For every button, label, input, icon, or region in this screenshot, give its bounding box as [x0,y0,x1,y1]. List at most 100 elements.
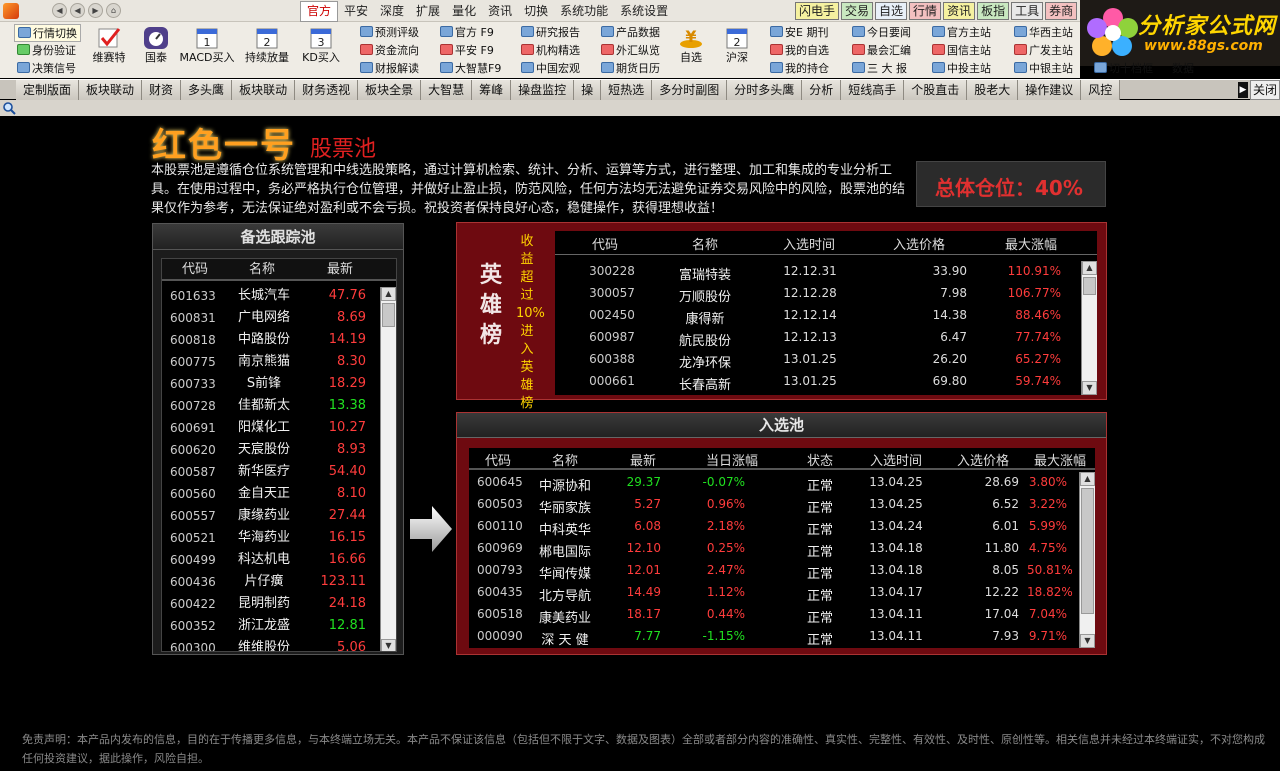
quick-tab[interactable]: 资讯 [943,2,976,20]
toolbar-link[interactable]: 国信主站 [932,42,991,60]
table-row[interactable]: 600352 浙江龙盛 12.81 [162,615,396,637]
pool-header-cell[interactable]: 代码 [469,450,527,469]
menu-item[interactable]: 量化 [446,0,482,22]
toolbar-link[interactable]: 中银主站 [1014,60,1073,78]
tab-item[interactable]: 风控 [1081,80,1121,100]
data-button[interactable]: 数据 [1172,60,1194,78]
quick-tab[interactable]: 行情 [909,2,942,20]
home-icon[interactable]: ⌂ [106,3,121,18]
table-row[interactable]: 600969 郴电国际 12.10 0.25% 正常 13.04.18 11.80 4.75% [469,538,1079,560]
table-row[interactable]: 000090 深 天 健 7.77 -1.15% 正常 13.04.11 7.93 9.71% [469,626,1079,648]
scroll-up-icon[interactable]: ▲ [1082,261,1097,275]
toolbar-link[interactable]: 华西主站 [1014,24,1073,42]
tab-item[interactable]: 板块全景 [358,80,422,100]
table-row[interactable]: 600620 天宸股份 8.93 [162,439,396,461]
toolbar-link[interactable]: 最会汇编 [852,42,911,60]
volume-button[interactable]: 2 持续放量 [236,26,298,78]
table-row[interactable]: 600775 南京熊猫 8.30 [162,351,396,373]
tab-item[interactable]: 板块联动 [232,80,296,100]
table-row[interactable]: 600422 昆明制药 24.18 [162,593,396,615]
pool-scrollbar[interactable]: ▲ ▼ [1079,472,1095,648]
quick-tab[interactable]: 板指 [977,2,1010,20]
kd-buy-button[interactable]: 3 KD买入 [290,26,352,78]
toolbar-link[interactable]: 广发主站 [1014,42,1073,60]
header-name[interactable]: 名称 [228,259,296,279]
table-row[interactable]: 600388 龙净环保 13.01.25 26.20 65.27% [555,349,1081,371]
forward-icon[interactable]: ◀ [70,3,85,18]
toolbar-link[interactable]: 今日要闻 [852,24,911,42]
table-row[interactable]: 600818 中路股份 14.19 [162,329,396,351]
tab-item[interactable]: 操盘监控 [511,80,575,100]
tab-scroll-right-icon[interactable]: ▶ [1238,82,1248,98]
tab-item[interactable]: 板块联动 [79,80,143,100]
table-row[interactable]: 600110 中科英华 6.08 2.18% 正常 13.04.24 6.01 5.99% [469,516,1079,538]
tab-item[interactable]: 定制版面 [16,80,80,100]
table-row[interactable]: 600499 科达机电 16.66 [162,549,396,571]
search-icon[interactable] [2,101,16,115]
pool-header-cell[interactable]: 最新 [609,450,677,469]
table-row[interactable]: 000661 长春高新 13.01.25 69.80 59.74% [555,371,1081,393]
toolbar-link[interactable]: 我的持仓 [770,60,829,78]
table-row[interactable]: 600831 广电网络 8.69 [162,307,396,329]
tab-item[interactable]: 短线高手 [841,80,905,100]
close-tab-button[interactable]: 关闭 [1250,80,1280,100]
toolbar-link[interactable]: 中国宏观 [521,60,580,78]
pool-header-cell[interactable]: 入选价格 [939,450,1027,469]
toolbar-link[interactable]: 资金流向 [360,42,419,60]
toolbar-link[interactable]: 预测评级 [360,24,419,42]
toolbar-link[interactable]: 外汇纵览 [601,42,660,60]
table-row[interactable]: 000793 华闻传媒 12.01 2.47% 正常 13.04.18 8.05 50.81% [469,560,1079,582]
toolbar-link[interactable]: 机构精选 [521,42,580,60]
scroll-thumb[interactable] [1081,488,1094,614]
pool-header-cell[interactable]: 最大涨幅 [1027,450,1093,469]
hero-header-cell[interactable]: 名称 [655,234,755,253]
toolbar-link[interactable]: 中投主站 [932,60,991,78]
table-row[interactable]: 600987 航民股份 12.12.13 6.47 77.74% [555,327,1081,349]
pool-header-cell[interactable]: 入选时间 [853,450,939,469]
identity-button[interactable]: 身份验证 [17,42,76,60]
pool-header-cell[interactable]: 当日涨幅 [677,450,787,469]
table-row[interactable]: 600300 维维股份 5.06 [162,637,396,651]
table-row[interactable]: 600557 康缘药业 27.44 [162,505,396,527]
pool-header-cell[interactable]: 状态 [787,450,853,469]
tab-item[interactable]: 大智慧 [421,80,473,100]
toggle-level10-button[interactable]: 切十档框 [1094,60,1153,78]
hero-header-cell[interactable]: 最大涨幅 [975,234,1087,253]
menu-item[interactable]: 系统设置 [614,0,674,22]
back-icon[interactable]: ◀ [52,3,67,18]
scroll-down-icon[interactable]: ▼ [1080,634,1095,648]
menu-item[interactable]: 平安 [338,0,374,22]
menu-item[interactable]: 资讯 [482,0,518,22]
tab-item[interactable]: 个股直击 [904,80,968,100]
toolbar-link[interactable]: 大智慧F9 [440,60,501,78]
tab-item[interactable]: 多分时副图 [652,80,728,100]
header-price[interactable]: 最新 [296,259,384,279]
table-row[interactable]: 300228 富瑞特装 12.12.31 33.90 110.91% [555,261,1081,283]
toolbar-link[interactable]: 官方主站 [932,24,991,42]
tab-item[interactable]: 多头鹰 [181,80,233,100]
tab-item[interactable]: 分时多头鹰 [727,80,803,100]
menu-item[interactable]: 官方 [300,1,339,22]
tab-item[interactable]: 操作建议 [1018,80,1082,100]
table-row[interactable]: 600645 中源协和 29.37 -0.07% 正常 13.04.25 28.69 3.80… [469,472,1079,494]
table-row[interactable]: 600728 佳都新太 13.38 [162,395,396,417]
quick-tab[interactable]: 工具 [1011,2,1044,20]
tab-item[interactable]: 短热选 [601,80,653,100]
tab-item[interactable]: 操 [574,80,602,100]
scroll-up-icon[interactable]: ▲ [381,287,396,301]
toolbar-link[interactable]: 官方 F9 [440,24,494,42]
menu-item[interactable]: 深度 [374,0,410,22]
table-row[interactable]: 601633 长城汽车 47.76 [162,285,396,307]
table-row[interactable]: 600521 华海药业 16.15 [162,527,396,549]
hero-header-cell[interactable]: 代码 [555,234,655,253]
table-row[interactable]: 300057 万顺股份 12.12.28 7.98 106.77% [555,283,1081,305]
tab-item[interactable]: 筹峰 [472,80,512,100]
tab-item[interactable]: 分析 [802,80,842,100]
hero-header-cell[interactable]: 入选时间 [755,234,863,253]
shanghai-shenzhen-button[interactable]: 2 沪深 [706,26,768,78]
watch-scrollbar[interactable]: ▲ ▼ [380,287,396,651]
table-row[interactable]: 600435 北方导航 14.49 1.12% 正常 13.04.17 12.22 18.82… [469,582,1079,604]
market-switch-button[interactable]: 行情切换 [14,24,81,42]
quick-tab[interactable]: 券商 [1045,2,1078,20]
table-row[interactable]: 600733 S前锋 18.29 [162,373,396,395]
